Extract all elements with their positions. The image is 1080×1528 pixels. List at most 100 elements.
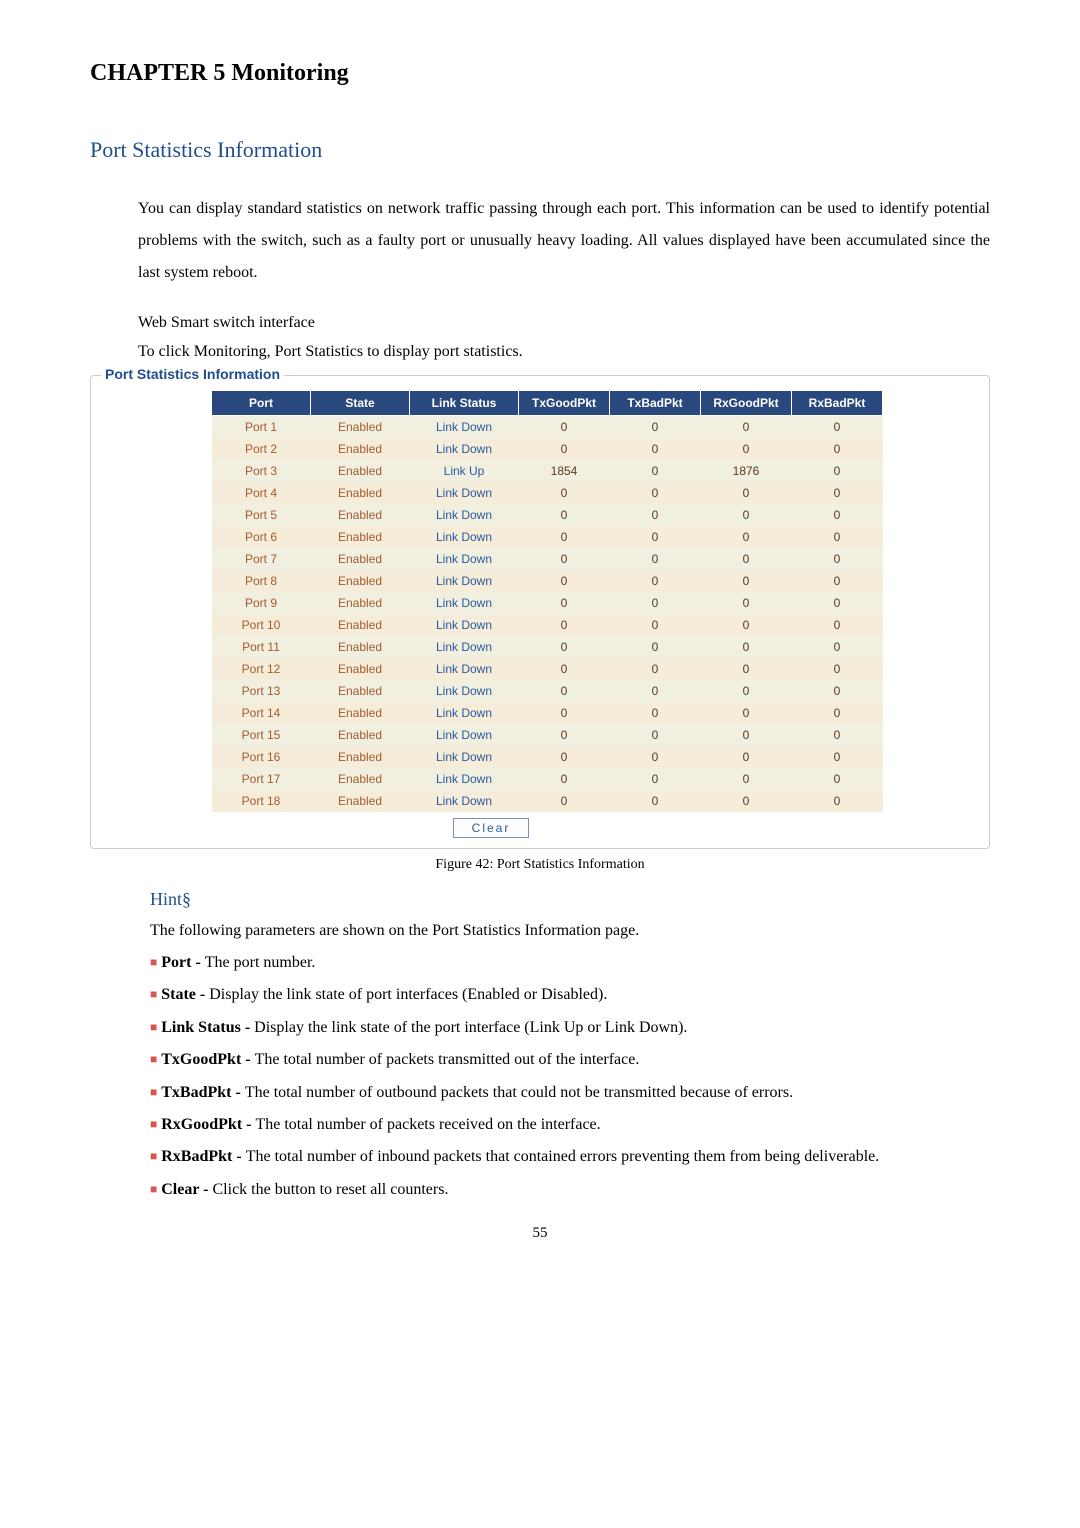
table-cell: Enabled [311,724,410,746]
clear-button[interactable]: Clear [453,818,530,838]
table-cell: 0 [519,636,610,658]
table-cell: Port 11 [212,636,311,658]
table-row: Port 4EnabledLink Down0000 [212,482,883,504]
table-cell: Port 10 [212,614,311,636]
table-cell: 0 [610,746,701,768]
table-cell: 0 [792,570,883,592]
table-cell: Link Up [410,460,519,482]
table-cell: Link Down [410,592,519,614]
table-cell: 0 [610,504,701,526]
table-cell: 0 [610,438,701,460]
table-cell: Enabled [311,658,410,680]
table-cell: Port 13 [212,680,311,702]
th-rxgood: RxGoodPkt [701,390,792,415]
table-cell: 0 [701,614,792,636]
table-row: Port 18EnabledLink Down0000 [212,790,883,812]
hint-bullet: ■Port - The port number. [150,948,990,978]
table-cell: Link Down [410,438,519,460]
table-cell: 0 [701,790,792,812]
table-cell: 0 [610,570,701,592]
table-row: Port 7EnabledLink Down0000 [212,548,883,570]
table-cell: Link Down [410,724,519,746]
table-cell: 0 [701,438,792,460]
table-cell: Port 2 [212,438,311,460]
table-cell: 0 [519,746,610,768]
table-cell: Port 3 [212,460,311,482]
table-cell: 0 [701,658,792,680]
table-cell: 1854 [519,460,610,482]
table-cell: 0 [610,482,701,504]
table-cell: 0 [610,680,701,702]
table-cell: 0 [792,768,883,790]
table-cell: 0 [792,592,883,614]
th-txgood: TxGoodPkt [519,390,610,415]
table-cell: 0 [610,460,701,482]
table-cell: 0 [701,482,792,504]
table-cell: Port 15 [212,724,311,746]
table-cell: 0 [792,614,883,636]
table-cell: 0 [792,415,883,438]
chapter-title: CHAPTER 5 Monitoring [90,60,990,87]
sub-line-2: To click Monitoring, Port Statistics to … [138,338,990,367]
table-cell: Port 12 [212,658,311,680]
table-cell: 0 [792,658,883,680]
bullet-term: RxGoodPkt - [161,1116,255,1133]
table-row: Port 5EnabledLink Down0000 [212,504,883,526]
page-number: 55 [90,1225,990,1242]
table-row: Port 1EnabledLink Down0000 [212,415,883,438]
table-row: Port 10EnabledLink Down0000 [212,614,883,636]
table-cell: Enabled [311,592,410,614]
table-cell: Link Down [410,790,519,812]
bullet-desc: Click the button to reset all counters. [213,1181,449,1198]
table-cell: 0 [519,680,610,702]
table-cell: Link Down [410,636,519,658]
table-cell: 0 [519,614,610,636]
bullet-term: Port - [161,954,205,971]
table-cell: Port 7 [212,548,311,570]
table-row: Port 8EnabledLink Down0000 [212,570,883,592]
table-row: Port 6EnabledLink Down0000 [212,526,883,548]
table-cell: 0 [701,636,792,658]
table-cell: 0 [610,790,701,812]
table-cell: Port 17 [212,768,311,790]
table-cell: 0 [519,438,610,460]
table-cell: Enabled [311,570,410,592]
table-row: Port 12EnabledLink Down0000 [212,658,883,680]
table-cell: 0 [701,526,792,548]
bullet-square-icon: ■ [150,1020,157,1034]
table-cell: 0 [610,592,701,614]
bullet-desc: The total number of inbound packets that… [246,1148,880,1165]
table-cell: 0 [701,746,792,768]
table-row: Port 15EnabledLink Down0000 [212,724,883,746]
table-cell: Enabled [311,482,410,504]
bullet-term: TxGoodPkt - [161,1051,254,1068]
table-cell: 0 [792,702,883,724]
table-cell: 0 [792,438,883,460]
table-cell: Enabled [311,702,410,724]
table-cell: 0 [701,592,792,614]
table-cell: Link Down [410,415,519,438]
bullet-term: Link Status - [161,1019,254,1036]
table-cell: 0 [610,636,701,658]
table-cell: Enabled [311,768,410,790]
th-state: State [311,390,410,415]
table-row: Port 11EnabledLink Down0000 [212,636,883,658]
table-cell: Enabled [311,438,410,460]
table-cell: Link Down [410,658,519,680]
table-cell: 0 [792,526,883,548]
th-txbad: TxBadPkt [610,390,701,415]
table-cell: 0 [610,658,701,680]
table-cell: 0 [610,415,701,438]
table-cell: Link Down [410,504,519,526]
bullet-square-icon: ■ [150,1182,157,1196]
table-cell: 0 [519,702,610,724]
table-row: Port 3EnabledLink Up1854018760 [212,460,883,482]
hint-intro: The following parameters are shown on th… [150,916,990,946]
th-link: Link Status [410,390,519,415]
table-cell: Link Down [410,702,519,724]
table-cell: Enabled [311,790,410,812]
bullet-square-icon: ■ [150,1149,157,1163]
table-row: Port 16EnabledLink Down0000 [212,746,883,768]
table-cell: 0 [519,415,610,438]
table-cell: Link Down [410,548,519,570]
